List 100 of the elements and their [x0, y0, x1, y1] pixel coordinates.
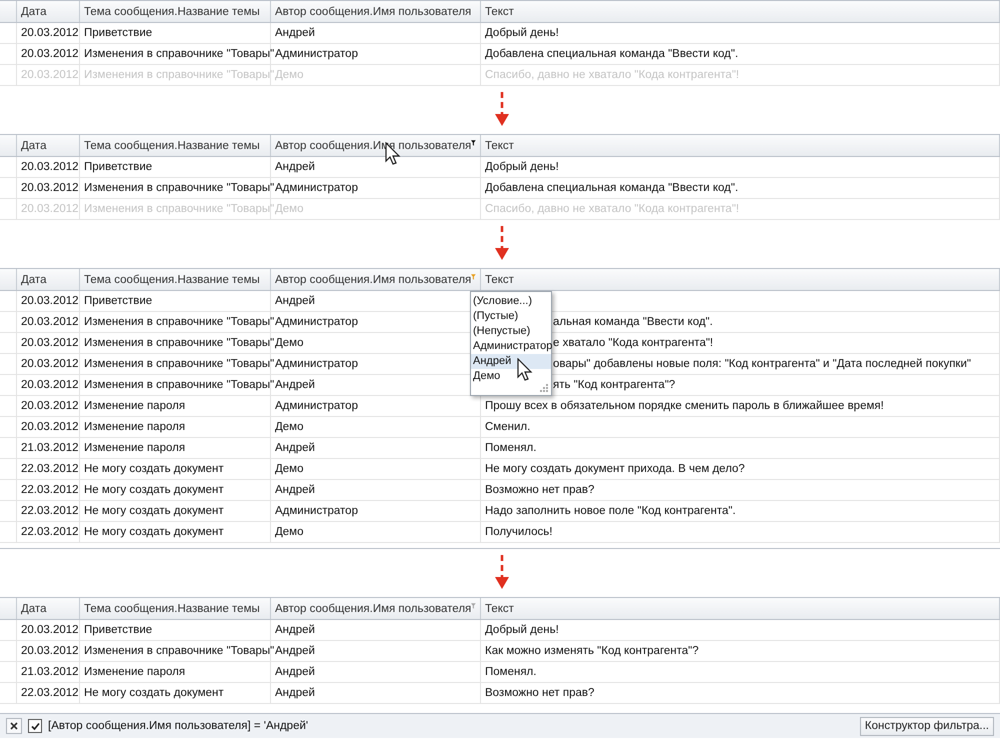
table-cell: 20.03.2012 [21, 48, 79, 60]
table-cell: Изменение пароля [84, 442, 186, 454]
table-cell: 21.03.2012 [21, 442, 79, 454]
filter-icon[interactable] [471, 139, 476, 147]
column-header[interactable]: Автор сообщения.Имя пользователя [271, 598, 481, 619]
dropdown-item[interactable]: (Непустые) [471, 324, 551, 339]
table-cell: Демо [275, 421, 304, 433]
filter-expression: [Автор сообщения.Имя пользователя] = 'Андрей' [48, 720, 310, 732]
table-cell: Демо [275, 69, 304, 81]
column-header[interactable]: Текст [481, 598, 1000, 619]
table-cell: Изменения в справочнике "Товары" [84, 316, 274, 328]
dashed-arrow-icon [495, 226, 509, 262]
table-cell: Андрей [275, 624, 315, 636]
table-cell: Поменял. [485, 442, 536, 454]
dropdown-item[interactable]: (Условие...) [471, 294, 551, 309]
table-cell: 20.03.2012 [21, 316, 79, 328]
column-header[interactable]: Текст [481, 1, 1000, 22]
dashed-arrow-icon [495, 92, 509, 128]
table-cell: 20.03.2012 [21, 379, 79, 391]
table-cell: Спасибо, давно не хватало "Кода контрагента"! [485, 203, 740, 215]
table-cell: ять "Код контрагента"? [553, 379, 676, 391]
table-cell: Андрей [275, 666, 315, 678]
table-cell: Сменил. [485, 421, 530, 433]
table-cell: Не могу создать документ [84, 526, 224, 538]
dropdown-item[interactable]: (Пустые) [471, 309, 551, 324]
column-header[interactable]: Текст [481, 135, 1000, 156]
table-cell: Изменение пароля [84, 400, 186, 412]
table-cell: Добавлена специальная команда "Ввести код". [485, 182, 738, 194]
column-header[interactable]: Дата [17, 269, 80, 290]
table-cell: 22.03.2012 [21, 484, 79, 496]
filter-builder-button[interactable]: Конструктор фильтра... [860, 716, 994, 736]
table-cell: Администратор [275, 48, 358, 60]
dashed-arrow-icon [495, 555, 509, 591]
table-cell: Возможно нет прав? [485, 484, 594, 496]
table-cell: 22.03.2012 [21, 687, 79, 699]
table-cell: Приветствие [84, 624, 152, 636]
dropdown-item[interactable]: Администратор [471, 339, 551, 354]
table-cell: Андрей [275, 295, 315, 307]
table-cell: 20.03.2012 [21, 645, 79, 657]
table-cell: е хватало "Кода контрагента"! [553, 337, 714, 349]
table-cell: Получилось! [485, 526, 552, 538]
column-header[interactable]: Тема сообщения.Название темы [80, 598, 271, 619]
table-cell: Поменял. [485, 666, 536, 678]
table-cell: 20.03.2012 [21, 337, 79, 349]
mouse-pointer-icon [517, 358, 533, 382]
table-cell: Изменение пароля [84, 666, 186, 678]
table-cell: Администратор [275, 505, 358, 517]
table-cell: Возможно нет прав? [485, 687, 594, 699]
table-cell: овары" добавлены новые поля: "Код контрагента" и "Дата последней покупки" [553, 358, 971, 370]
column-header[interactable]: Дата [17, 135, 80, 156]
table-cell: Не могу создать документ [84, 687, 224, 699]
table-cell: 20.03.2012 [21, 400, 79, 412]
table-cell: Андрей [275, 27, 315, 39]
column-header[interactable]: Автор сообщения.Имя пользователя [271, 269, 481, 290]
table-cell: Не могу создать документ [84, 484, 224, 496]
table-cell: Надо заполнить новое поле "Код контрагента". [485, 505, 736, 517]
column-header[interactable]: Текст [481, 269, 1000, 290]
table-cell: 20.03.2012 [21, 161, 79, 173]
column-header[interactable]: Тема сообщения.Название темы [80, 1, 271, 22]
column-header[interactable]: Дата [17, 598, 80, 619]
dropdown-item[interactable]: Демо [471, 369, 551, 384]
table-cell: альная команда "Ввести код". [553, 316, 713, 328]
table-cell: Изменения в справочнике "Товары" [84, 645, 274, 657]
table-cell: 20.03.2012 [21, 421, 79, 433]
table-cell: Демо [275, 337, 304, 349]
table-cell: 21.03.2012 [21, 666, 79, 678]
table-cell: Изменения в справочнике "Товары" [84, 182, 274, 194]
table-cell: Андрей [275, 484, 315, 496]
table-cell: 20.03.2012 [21, 69, 79, 81]
table-cell: Демо [275, 203, 304, 215]
table-cell: Изменение пароля [84, 421, 186, 433]
table-cell: Как можно изменять "Код контрагента"? [485, 645, 699, 657]
close-icon [10, 722, 18, 730]
table-cell: Приветствие [84, 161, 152, 173]
table-cell: Андрей [275, 379, 315, 391]
table-cell: 20.03.2012 [21, 358, 79, 370]
column-header[interactable]: Тема сообщения.Название темы [80, 135, 271, 156]
column-header[interactable]: Тема сообщения.Название темы [80, 269, 271, 290]
table-cell: Изменения в справочнике "Товары" [84, 358, 274, 370]
checkbox[interactable] [28, 719, 42, 733]
table-cell: Андрей [275, 442, 315, 454]
table-cell: 20.03.2012 [21, 182, 79, 194]
table-cell: Администратор [275, 182, 358, 194]
table-cell: Добрый день! [485, 161, 559, 173]
column-header[interactable]: Автор сообщения.Имя пользователя [271, 1, 481, 22]
table-cell: Андрей [275, 687, 315, 699]
table-cell: Приветствие [84, 295, 152, 307]
table-cell: Демо [275, 526, 304, 538]
table-cell: Администратор [275, 358, 358, 370]
table-cell: Администратор [275, 316, 358, 328]
table-cell: 20.03.2012 [21, 624, 79, 636]
table-cell: Приветствие [84, 27, 152, 39]
table-cell: Не могу создать документ прихода. В чем дело? [485, 463, 745, 475]
table-cell: Изменения в справочнике "Товары" [84, 379, 274, 391]
table-cell: Изменения в справочнике "Товары" [84, 48, 274, 60]
table-cell: Добавлена специальная команда "Ввести код". [485, 48, 738, 60]
column-header[interactable]: Дата [17, 1, 80, 22]
table-cell: 22.03.2012 [21, 505, 79, 517]
close-button[interactable] [6, 718, 22, 734]
resize-grip-icon[interactable] [539, 383, 548, 392]
